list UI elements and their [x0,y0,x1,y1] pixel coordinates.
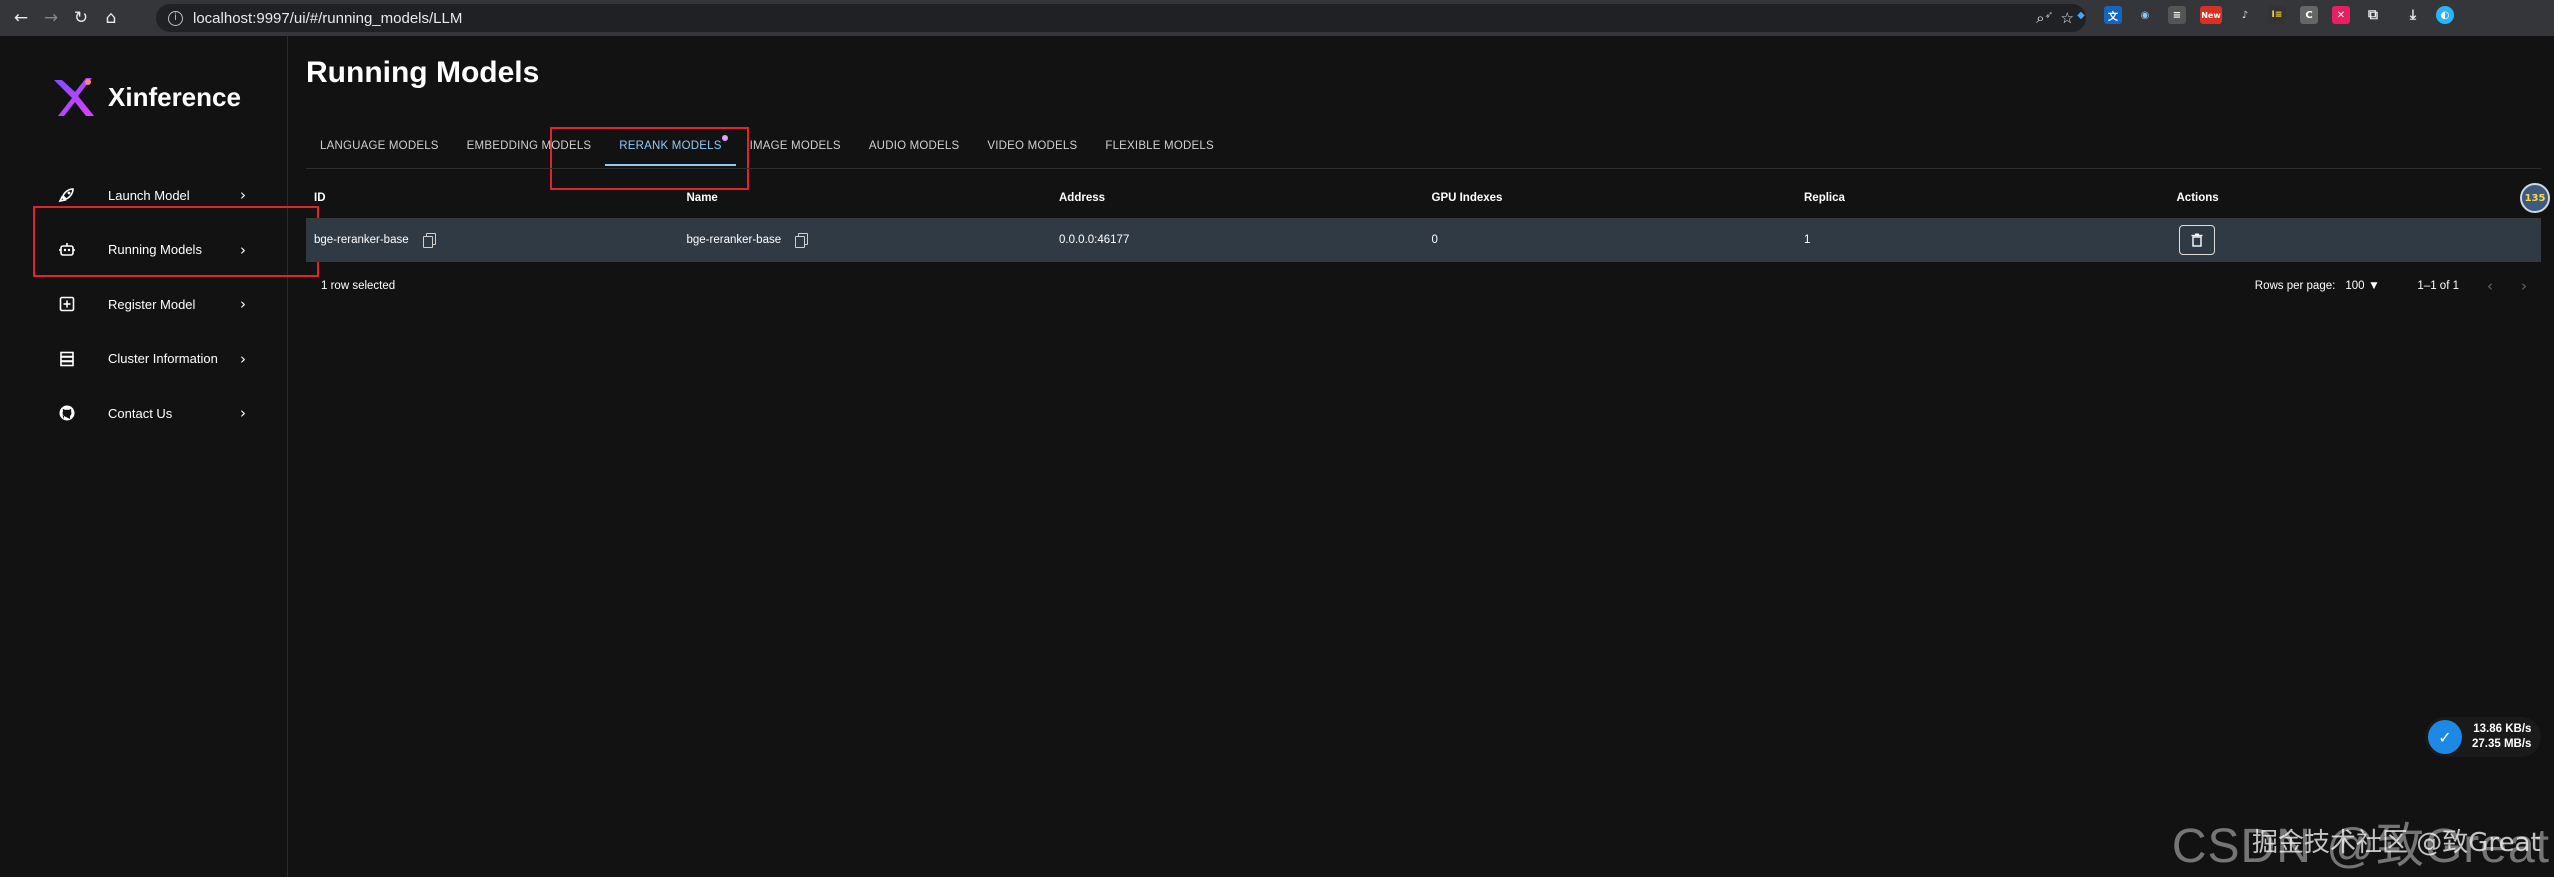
rows-per-page-value: 100 [2345,280,2365,292]
fox-icon[interactable]: ➶ [2040,6,2058,24]
sidebar-item-label: Cluster Information [108,351,218,367]
url-text[interactable]: localhost:9997/ui/#/running_models/LLM [193,10,462,27]
github-icon [59,405,75,421]
sidebar-item-label: Launch Model [108,187,190,203]
chevron-right-icon: › [240,349,246,368]
tab-video-models[interactable]: VIDEO MODELS [973,128,1091,164]
reload-icon[interactable]: ↻ [68,5,94,31]
puzzle-icon[interactable]: ⧉ [2364,6,2382,24]
new-ext-icon[interactable]: New [2200,6,2222,24]
floating-badge[interactable]: 135 [2520,183,2550,213]
sidebar-item-label: Contact Us [108,405,173,421]
robot-icon [59,242,75,256]
column-header-replica[interactable]: Replica [1796,192,2169,204]
gem-icon[interactable]: ◆ [2072,6,2090,24]
chevron-right-icon: › [240,295,246,314]
sidebar: Xinference Launch Model › Running Models… [0,36,288,877]
sidebar-item-launch-model[interactable]: Launch Model › [0,168,288,223]
download-speed: 27.35 MB/s [2472,738,2532,750]
cell-replica: 1 [1804,234,1811,246]
previous-page-icon[interactable]: ‹ [2487,277,2493,295]
add-box-icon [59,296,75,312]
tab-audio-models[interactable]: AUDIO MODELS [855,128,974,164]
column-header-gpu-indexes[interactable]: GPU Indexes [1424,192,1797,204]
brand-name: Xinference [108,81,241,112]
column-header-name[interactable]: Name [679,192,1052,204]
back-arrow-icon[interactable]: ← [8,5,34,31]
tab-flexible-models[interactable]: FLEXIBLE MODELS [1091,128,1227,164]
indicator-dot [721,135,728,141]
id-ext-icon[interactable]: I≡ [2268,6,2286,24]
column-header-id[interactable]: ID [306,192,679,204]
speed-readout: 13.86 KB/s 27.35 MB/s [2472,722,2531,752]
cell-actions [2169,225,2542,255]
brand[interactable]: Xinference [50,74,241,120]
table-row[interactable]: bge-reranker-base bge-reranker-base 0.0.… [306,218,2541,262]
network-speed-widget[interactable]: ✓ 13.86 KB/s 27.35 MB/s [2425,717,2541,757]
sidebar-item-label: Running Models [108,242,202,258]
rows-per-page-label: Rows per page: [2254,280,2336,292]
forward-arrow-icon[interactable]: → [38,5,64,31]
globe-icon[interactable]: ◐ [2436,6,2454,24]
xinference-logo-icon [54,78,94,116]
copy-icon[interactable] [795,233,809,248]
chevron-right-icon: › [240,186,246,205]
rows-per-page-select[interactable]: 100 ▼ [2345,280,2377,292]
translate-icon[interactable]: 文 [2104,6,2122,24]
tab-image-models[interactable]: IMAGE MODELS [736,128,855,164]
storage-icon [60,351,74,367]
cell-address: 0.0.0.0:46177 [1059,234,1130,246]
cell-name: bge-reranker-base [679,233,1052,248]
column-header-actions: Actions [2176,192,2219,204]
x-ext-icon[interactable]: ✕ [2332,6,2350,24]
delete-model-button[interactable] [2178,225,2215,255]
download-icon[interactable]: ⤓ [2404,6,2422,24]
model-id: bge-reranker-base [314,234,409,246]
extensions-area: ➶ ◆ 文 ◉ ≡ New ♪ I≡ C ✕ ⧉ ⤓ ◐ [2040,6,2454,24]
c-ext-icon[interactable]: C [2300,6,2318,24]
model-type-tabs: LANGUAGE MODELS EMBEDDING MODELS RERANK … [306,128,1228,168]
chevron-right-icon: › [240,240,246,259]
table-footer: 1 row selected Rows per page: 100 ▼ 1–1 … [306,262,2541,310]
browser-toolbar: ← → ↻ ⌂ i localhost:9997/ui/#/running_mo… [0,0,2554,36]
tab-label: RERANK MODELS [619,140,722,152]
home-icon[interactable]: ⌂ [98,5,124,31]
tab-language-models[interactable]: LANGUAGE MODELS [306,128,453,164]
rocket-icon [58,188,74,203]
sidebar-item-label: Register Model [108,296,196,312]
running-models-table: ID Name Address GPU Indexes Replica Acti… [306,178,2541,310]
pagination: Rows per page: 100 ▼ 1–1 of 1 ‹ › [2255,262,2527,310]
sidebar-item-register-model[interactable]: Register Model › [0,277,288,332]
sidebar-item-cluster-information[interactable]: Cluster Information › [0,332,288,387]
sidebar-item-contact-us[interactable]: Contact Us › [0,386,288,441]
upload-speed: 13.86 KB/s [2473,723,2532,735]
bird-ext-icon[interactable]: ♪ [2236,6,2254,24]
tabs-divider [306,168,2541,169]
cell-gpu-indexes: 0 [1431,234,1438,246]
chevron-right-icon: › [240,404,246,423]
caret-down-icon: ▼ [2370,281,2378,291]
copy-icon[interactable] [422,233,436,248]
selected-count: 1 row selected [321,280,396,292]
column-header-address[interactable]: Address [1051,192,1424,204]
next-page-icon[interactable]: › [2521,277,2527,295]
network-meter-icon: ✓ [2428,720,2462,754]
table-header: ID Name Address GPU Indexes Replica Acti… [306,178,2541,218]
tab-rerank-models[interactable]: RERANK MODELS [605,128,736,166]
watermark-secondary: 掘金技术社区 @致Great [2252,828,2541,858]
list-ext-icon[interactable]: ≡ [2168,6,2186,24]
page-range: 1–1 of 1 [2417,280,2459,292]
sidebar-item-running-models[interactable]: Running Models › [0,223,288,278]
tab-embedding-models[interactable]: EMBEDDING MODELS [453,128,606,164]
sidebar-menu: Launch Model › Running Models › Register… [0,168,288,441]
page-title: Running Models [306,56,540,89]
cell-id: bge-reranker-base [306,233,679,248]
circle-ext-icon[interactable]: ◉ [2136,6,2154,24]
site-info-icon[interactable]: i [168,10,183,26]
trash-icon [2191,233,2202,247]
address-bar[interactable]: i localhost:9997/ui/#/running_models/LLM… [156,4,2086,32]
model-name: bge-reranker-base [686,234,782,246]
